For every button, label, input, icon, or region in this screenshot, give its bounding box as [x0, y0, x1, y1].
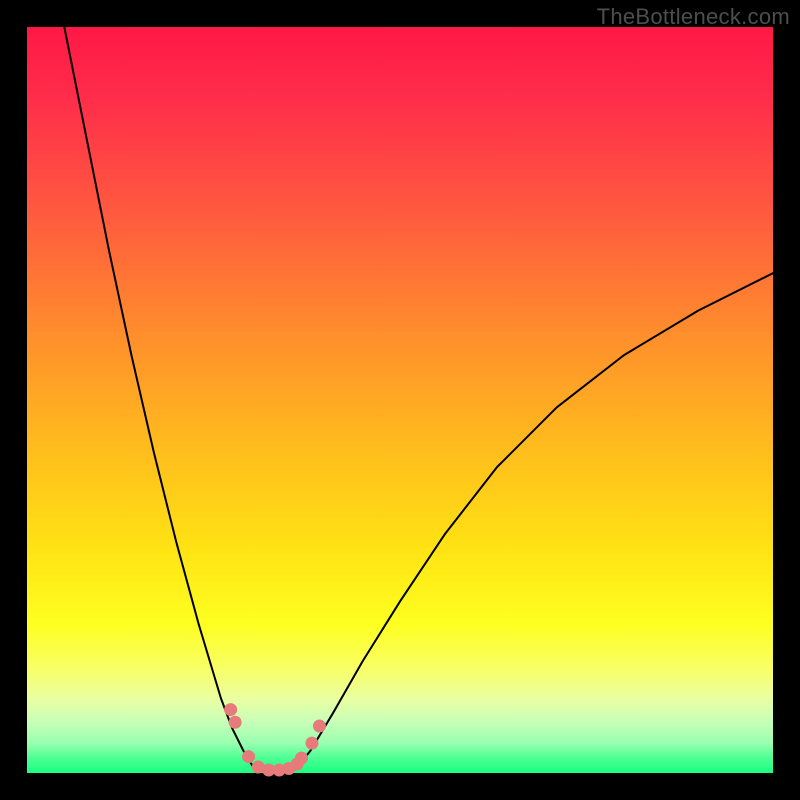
watermark-text: TheBottleneck.com [597, 4, 790, 30]
curve-svg [27, 27, 773, 773]
curve-right-branch [296, 273, 773, 769]
valley-marker [295, 752, 308, 765]
valley-marker [313, 720, 326, 733]
chart-frame: TheBottleneck.com [0, 0, 800, 800]
plot-area [27, 27, 773, 773]
valley-marker [242, 750, 255, 763]
valley-marker [229, 716, 242, 729]
curve-left-branch [64, 27, 254, 769]
valley-marker [224, 703, 237, 716]
valley-marker [305, 737, 318, 750]
